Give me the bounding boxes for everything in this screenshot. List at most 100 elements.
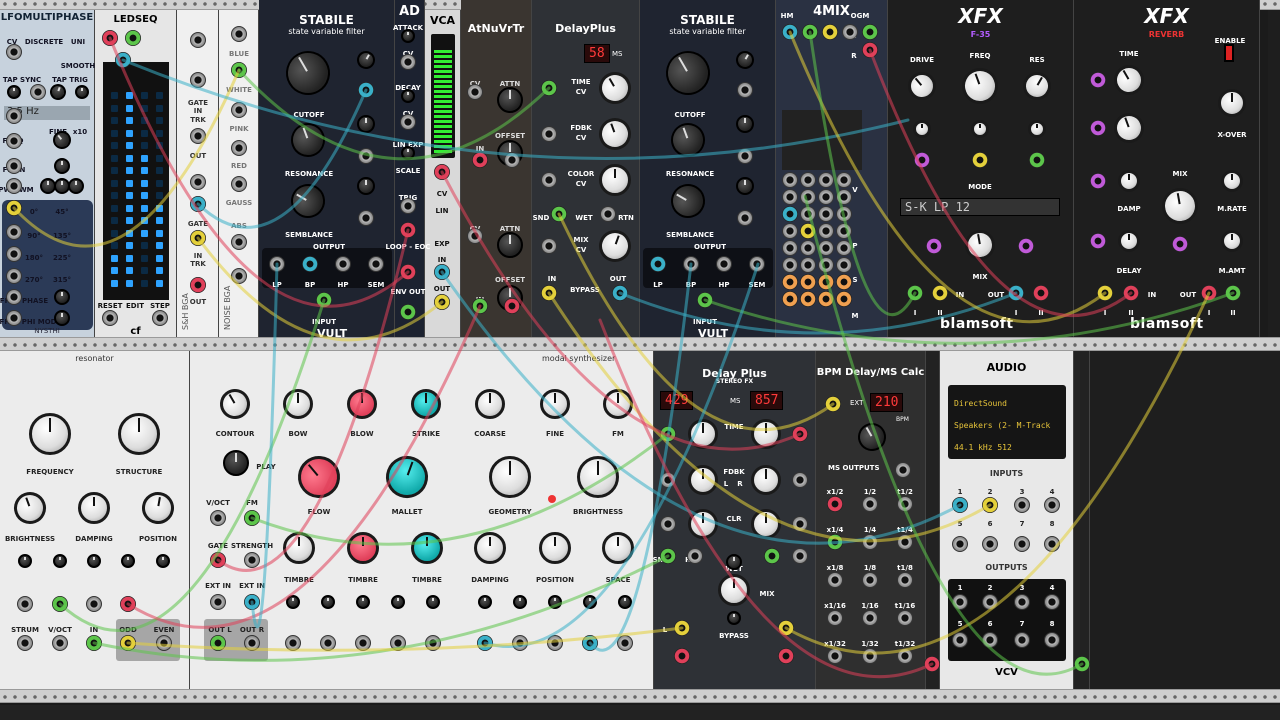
audio-input-jack[interactable] (1014, 497, 1030, 513)
cv-jack[interactable] (358, 210, 374, 226)
mix-jack[interactable] (782, 172, 798, 188)
in-jack[interactable] (190, 230, 206, 246)
delay-jack[interactable] (778, 648, 794, 664)
mix-jack[interactable] (782, 189, 798, 205)
audio-output-jack[interactable] (1044, 594, 1060, 610)
meter-jack[interactable] (1074, 656, 1090, 672)
lfo-phase-output-jack[interactable] (6, 224, 22, 240)
delay-jack[interactable] (674, 648, 690, 664)
mix-jack[interactable] (818, 189, 834, 205)
sem-cv-knob[interactable] (736, 177, 754, 195)
out-i-jack[interactable] (1201, 285, 1217, 301)
lfo-input-jack[interactable] (6, 44, 22, 60)
delay-jack[interactable] (792, 548, 808, 564)
led-cell[interactable] (156, 129, 163, 137)
mix-jack[interactable] (836, 274, 852, 290)
led-cell[interactable] (111, 242, 118, 249)
free-phi-mod-knob[interactable] (54, 310, 70, 326)
coarse-knob[interactable] (475, 389, 505, 419)
mix-jack[interactable] (836, 240, 852, 256)
mix-in-jack[interactable] (842, 24, 858, 40)
audio-input-jack[interactable] (982, 536, 998, 552)
delay-jack[interactable] (792, 472, 808, 488)
mix-jack[interactable] (836, 223, 852, 239)
modal-cv-jack[interactable] (512, 635, 528, 651)
ms-output-jack[interactable] (897, 648, 913, 664)
in-jack[interactable] (472, 152, 488, 168)
mix-in-jack[interactable] (862, 24, 878, 40)
time-cv-jack[interactable] (541, 80, 557, 96)
abs-out-jack[interactable] (231, 268, 247, 284)
ledseq-jack[interactable] (125, 30, 141, 46)
led-cell[interactable] (156, 117, 163, 124)
mix-jack[interactable] (800, 206, 816, 222)
gauss-jack[interactable] (231, 176, 247, 192)
mix-in-jack[interactable] (822, 24, 838, 40)
mix-jack[interactable] (800, 189, 816, 205)
led-cell[interactable] (141, 229, 148, 237)
led-cell[interactable] (126, 229, 133, 237)
led-cell[interactable] (111, 192, 118, 199)
lfo-input-jack[interactable] (6, 178, 22, 194)
modal-jack[interactable] (244, 510, 260, 526)
blow-knob[interactable] (347, 389, 377, 419)
delay-jack[interactable] (660, 548, 676, 564)
filter-output-jack[interactable] (716, 256, 732, 272)
attenuverter-knob[interactable] (391, 595, 405, 609)
m-amt-knob[interactable] (1221, 230, 1243, 252)
modal-cv-jack[interactable] (477, 635, 493, 651)
delay-jack[interactable] (778, 620, 794, 636)
device-line[interactable]: Speakers (2- M-Track (954, 415, 1060, 437)
mix-jack[interactable] (818, 223, 834, 239)
delay-mod-jack[interactable] (1090, 233, 1106, 249)
resonator-jack[interactable] (156, 635, 172, 651)
modal-cv-jack[interactable] (320, 635, 336, 651)
mix-jack[interactable] (836, 257, 852, 273)
in-jack[interactable] (472, 298, 488, 314)
tap-trig-button[interactable] (75, 85, 89, 99)
resonator-jack[interactable] (120, 635, 136, 651)
led-cell[interactable] (141, 92, 148, 99)
led-cell[interactable] (141, 179, 148, 187)
timbre-knob-3[interactable] (411, 532, 443, 564)
structure-knob[interactable] (118, 413, 160, 455)
m-rate-knob[interactable] (1221, 170, 1243, 192)
filter-output-jack[interactable] (683, 256, 699, 272)
attenuverter-knob[interactable] (583, 595, 597, 609)
filter-output-jack[interactable] (368, 256, 384, 272)
out-jack[interactable] (504, 152, 520, 168)
led-cell[interactable] (111, 217, 118, 224)
led-cell[interactable] (156, 179, 163, 187)
led-cell[interactable] (141, 204, 148, 212)
out-i-jack[interactable] (1008, 285, 1024, 301)
modal-cv-jack[interactable] (285, 635, 301, 651)
rtn-jack[interactable] (600, 206, 616, 222)
lfo-phase-output-jack[interactable] (6, 200, 22, 216)
cv-jack[interactable] (358, 148, 374, 164)
led-cell[interactable] (126, 267, 133, 274)
attenuverter-knob[interactable] (321, 595, 335, 609)
led-cell[interactable] (126, 204, 133, 212)
gate-jack[interactable] (190, 174, 206, 190)
delay-jack[interactable] (660, 516, 676, 532)
delay-jack[interactable] (660, 426, 676, 442)
modal-cv-jack[interactable] (355, 635, 371, 651)
wet-knob[interactable] (726, 554, 742, 570)
audio-input-jack[interactable] (982, 497, 998, 513)
modal-jack[interactable] (244, 594, 260, 610)
ledseq-jack[interactable] (102, 30, 118, 46)
fm-knob[interactable] (54, 158, 70, 174)
attenuverter-knob[interactable] (426, 595, 440, 609)
led-cell[interactable] (111, 167, 118, 174)
filter-output-jack[interactable] (269, 256, 285, 272)
free-phase-knob[interactable] (54, 289, 70, 305)
geometry-knob[interactable] (489, 456, 531, 498)
attenuverter-knob[interactable] (121, 554, 135, 568)
bypass-button[interactable] (727, 611, 741, 625)
mix-jack[interactable] (782, 291, 798, 307)
ms-output-jack[interactable] (862, 496, 878, 512)
led-cell[interactable] (141, 117, 148, 124)
frequency-knob[interactable] (29, 413, 71, 455)
blue-jack[interactable] (231, 26, 247, 42)
led-cell[interactable] (141, 279, 148, 287)
